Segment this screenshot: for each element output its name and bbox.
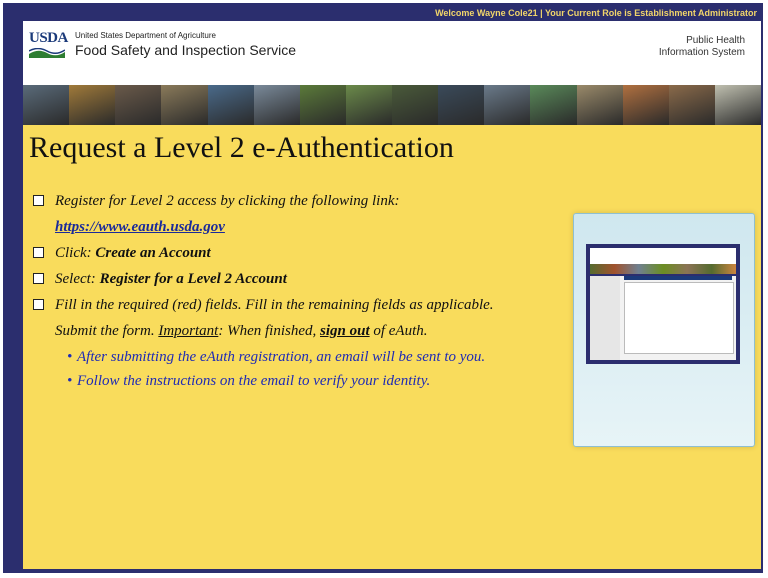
list-item: https://www.eauth.usda.gov: [33, 217, 533, 243]
thumbnail-body: [590, 276, 736, 360]
checkbox-bullet-icon: [33, 195, 44, 206]
banner-photo: [115, 85, 162, 125]
site-header: USDA United States Department of Agricul…: [23, 21, 761, 85]
list-item-continuation: Submit the form. Important: When finishe…: [33, 321, 533, 347]
important-text: Important: [158, 323, 219, 339]
checkbox-bullet-icon: [33, 299, 44, 310]
thumbnail-header: [590, 248, 736, 264]
thumbnail-table: [624, 282, 734, 354]
checkbox-bullet-icon: [33, 273, 44, 284]
list-item: Fill in the required (red) fields. Fill …: [33, 295, 533, 321]
bullet-text: Fill in the required (red) fields. Fill …: [55, 297, 494, 313]
thumbnail-photo-strip: [590, 264, 736, 274]
banner-photo: [253, 85, 300, 125]
bullet-text: Register for Level 2 access by clicking …: [55, 193, 400, 209]
usda-logo-text: USDA: [29, 30, 68, 46]
banner-photo: [576, 85, 623, 125]
sub-bullet-text: After submitting the eAuth registration,…: [77, 349, 486, 365]
dot-bullet-icon: •: [67, 373, 73, 389]
banner-photo: [530, 85, 577, 125]
thumbnail-window: [586, 244, 740, 364]
usda-wave-icon: [29, 48, 65, 58]
banner-photo: [345, 85, 392, 125]
department-name: United States Department of Agriculture: [75, 31, 216, 40]
level2-account-text: Register for a Level 2 Account: [99, 271, 287, 287]
create-account-text: Create an Account: [95, 245, 211, 261]
banner-photo: [438, 85, 485, 125]
instruction-list: Register for Level 2 access by clicking …: [33, 191, 533, 395]
banner-photo: [161, 85, 208, 125]
welcome-bar: Welcome Wayne Cole21 | Your Current Role…: [5, 5, 761, 21]
checkbox-bullet-icon: [33, 247, 44, 258]
banner-photo: [714, 85, 761, 125]
thumbnail-title-bar: [624, 276, 732, 280]
banner-photo: [207, 85, 254, 125]
bullet-text: of eAuth.: [369, 323, 428, 339]
banner-photo: [299, 85, 346, 125]
thumbnail-sidebar: [590, 276, 620, 360]
slide-content: Request a Level 2 e-Authentication Regis…: [23, 125, 761, 569]
bullet-text: : When finished,: [218, 323, 320, 339]
banner-photo: [23, 85, 70, 125]
banner-photo: [668, 85, 715, 125]
bullet-text: Submit the form.: [55, 323, 159, 339]
agency-name: United States Department of Agriculture …: [75, 31, 296, 58]
system-name-line1: Public Health: [686, 35, 745, 46]
banner-photo: [69, 85, 116, 125]
bullet-prefix: Click:: [55, 245, 96, 261]
banner-photo: [622, 85, 669, 125]
sub-list-item: • After submitting the eAuth registratio…: [33, 347, 533, 371]
agency-title: Food Safety and Inspection Service: [75, 42, 297, 58]
list-item: Click: Create an Account: [33, 243, 533, 269]
sub-list-item: • Follow the instructions on the email t…: [33, 371, 533, 395]
photo-strip: [23, 85, 761, 125]
usda-logo: USDA: [29, 29, 68, 58]
sub-bullet-text: Follow the instructions on the email to …: [77, 373, 431, 389]
eauth-link[interactable]: https://www.eauth.usda.gov: [55, 219, 225, 235]
list-item: Select: Register for a Level 2 Account: [33, 269, 533, 295]
screenshot-thumbnail: [573, 213, 755, 447]
slide-title: Request a Level 2 e-Authentication: [29, 131, 454, 164]
list-item: Register for Level 2 access by clicking …: [33, 191, 533, 217]
system-name: Public Health Information System: [659, 35, 745, 59]
slide-frame: Welcome Wayne Cole21 | Your Current Role…: [3, 3, 763, 573]
sign-out-text: sign out: [320, 323, 370, 339]
dot-bullet-icon: •: [67, 349, 73, 365]
banner-photo: [392, 85, 439, 125]
banner-photo: [484, 85, 531, 125]
bullet-prefix: Select:: [55, 271, 100, 287]
system-name-line2: Information System: [658, 47, 745, 58]
